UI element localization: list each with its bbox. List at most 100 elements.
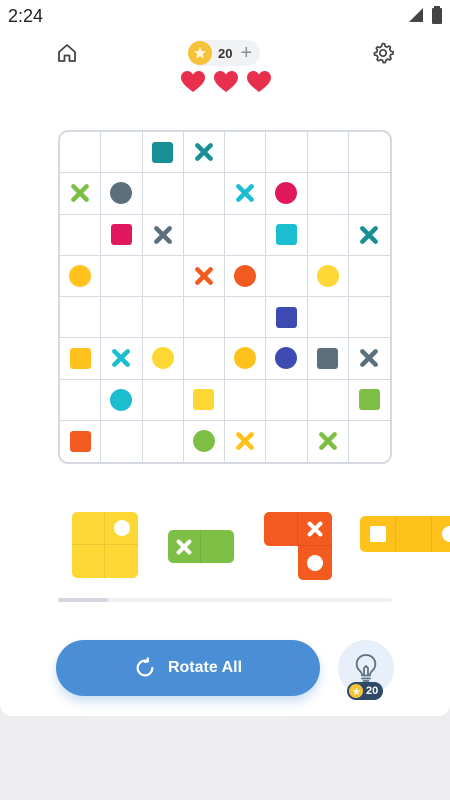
- coin-icon: [188, 41, 212, 65]
- rotate-all-button[interactable]: Rotate All: [56, 640, 320, 696]
- board-cell[interactable]: [348, 256, 390, 297]
- board-cell[interactable]: [142, 338, 184, 380]
- board-cell[interactable]: [308, 420, 349, 462]
- board-cell[interactable]: [266, 297, 308, 339]
- board-cell[interactable]: [266, 255, 308, 297]
- board-cell[interactable]: [307, 132, 349, 174]
- board-cell[interactable]: [225, 338, 267, 380]
- board-cell[interactable]: [60, 379, 102, 421]
- piece-cell: [201, 530, 234, 563]
- board-cell[interactable]: [348, 380, 390, 421]
- lives-hearts: [180, 70, 272, 96]
- board-cell[interactable]: [142, 297, 184, 339]
- board-cell[interactable]: [225, 132, 267, 174]
- board-cell[interactable]: [307, 255, 349, 297]
- teal-square-marker: [152, 141, 174, 163]
- board-cell[interactable]: [307, 214, 349, 256]
- board-cell[interactable]: [101, 173, 143, 215]
- board-cell[interactable]: [101, 214, 143, 256]
- board-cell[interactable]: [225, 297, 267, 339]
- board-cell[interactable]: [183, 173, 225, 215]
- board-cell[interactable]: [225, 379, 267, 421]
- board-cell[interactable]: [348, 215, 390, 256]
- add-coins-button[interactable]: +: [240, 43, 252, 63]
- yellow-square-piece[interactable]: [72, 512, 138, 578]
- board-cell[interactable]: [183, 338, 225, 380]
- board-cell[interactable]: [60, 338, 102, 380]
- board-cell[interactable]: [307, 338, 349, 380]
- piece-cell: [105, 545, 138, 578]
- board-cell[interactable]: [266, 338, 308, 380]
- amber-square-marker: [69, 347, 91, 369]
- board-cell[interactable]: [183, 297, 225, 339]
- board-cell[interactable]: [307, 173, 349, 215]
- board-cell[interactable]: [307, 379, 349, 421]
- board-cell[interactable]: [142, 255, 184, 297]
- board-cell[interactable]: [60, 214, 102, 256]
- home-button[interactable]: [50, 36, 84, 70]
- board-cell[interactable]: [348, 132, 390, 174]
- board-cell[interactable]: [183, 379, 225, 421]
- board-cell[interactable]: [143, 420, 184, 462]
- tray-scroll-thumb[interactable]: [58, 598, 109, 602]
- board-cell[interactable]: [225, 214, 267, 256]
- board-cell[interactable]: [142, 173, 184, 215]
- heart-icon: [214, 71, 238, 92]
- board-cell[interactable]: [307, 297, 349, 339]
- piece-cell: [432, 516, 450, 552]
- board-cell[interactable]: [101, 297, 143, 339]
- green-domino-piece[interactable]: [168, 530, 234, 563]
- board-cell[interactable]: [183, 214, 225, 256]
- board-cell[interactable]: [60, 173, 102, 215]
- board-cell[interactable]: [348, 173, 390, 215]
- board-cell[interactable]: [101, 338, 143, 380]
- piece-cell: [72, 545, 105, 578]
- piece-cell: [360, 516, 396, 552]
- board-cell[interactable]: [60, 420, 102, 462]
- teal-x-marker: [360, 225, 379, 244]
- game-card: 20 + Rotate All 20: [0, 32, 450, 716]
- board-cell[interactable]: [349, 421, 390, 462]
- board-cell[interactable]: [266, 379, 308, 421]
- orange-corner-piece[interactable]: [264, 512, 332, 580]
- board-cell[interactable]: [183, 132, 225, 174]
- board-cell[interactable]: [60, 255, 102, 297]
- cyan-x-marker: [236, 184, 255, 203]
- game-board[interactable]: [58, 130, 392, 464]
- board-cell[interactable]: [266, 132, 308, 174]
- board-cell[interactable]: [266, 214, 308, 256]
- board-cell[interactable]: [101, 420, 143, 462]
- heart-icon: [247, 71, 271, 92]
- board-cell[interactable]: [101, 255, 143, 297]
- home-icon: [58, 44, 76, 62]
- green-circle-marker: [192, 430, 215, 453]
- board-cell[interactable]: [266, 420, 308, 462]
- board-cell[interactable]: [60, 297, 102, 339]
- piece-cell: [298, 512, 332, 546]
- board-cell[interactable]: [225, 255, 267, 297]
- grey-circle-marker: [110, 182, 133, 205]
- tray-scroll-track[interactable]: [58, 598, 392, 602]
- board-cell[interactable]: [101, 379, 143, 421]
- board-cell[interactable]: [142, 132, 184, 174]
- settings-button[interactable]: [366, 36, 400, 70]
- hint-cost-badge: 20: [347, 682, 383, 700]
- board-cell[interactable]: [266, 173, 308, 215]
- board-cell[interactable]: [348, 297, 390, 339]
- amber-bar-piece[interactable]: [360, 516, 450, 552]
- orange-circle-marker: [234, 264, 257, 287]
- board-cell[interactable]: [225, 420, 267, 462]
- hint-button[interactable]: 20: [338, 640, 394, 700]
- board-cell[interactable]: [142, 379, 184, 421]
- board-cell[interactable]: [184, 420, 225, 462]
- board-cell[interactable]: [142, 214, 184, 256]
- amber-circle-marker: [234, 347, 257, 370]
- yellow-square-marker: [193, 389, 215, 411]
- grey-x-marker: [153, 225, 172, 244]
- teal-x-marker: [194, 143, 213, 162]
- board-cell[interactable]: [183, 255, 225, 297]
- board-cell[interactable]: [60, 132, 102, 174]
- board-cell[interactable]: [225, 173, 267, 215]
- board-cell[interactable]: [101, 132, 143, 174]
- board-cell[interactable]: [348, 338, 390, 380]
